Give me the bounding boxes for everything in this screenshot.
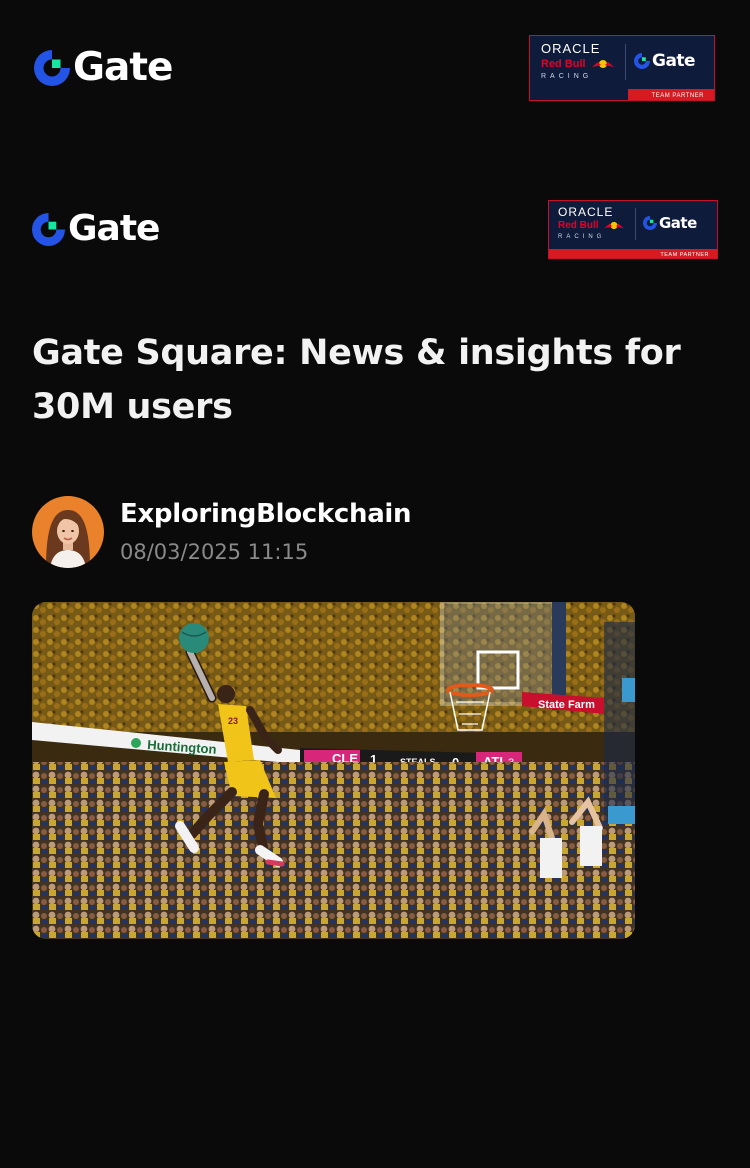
- svg-text:23: 23: [228, 716, 238, 726]
- post-author[interactable]: ExploringBlockchain 08/03/2025 11:15: [32, 496, 412, 568]
- banner-text: Huntington: [147, 737, 217, 757]
- team-partner-badge: ORACLE Red Bull RACING Gate TEAM PARTNER: [548, 200, 718, 259]
- racing-wordmark: RACING: [541, 73, 593, 80]
- badge-gate-wordmark: Gate: [652, 51, 696, 71]
- post-title: Gate Square: News & insights for 30M use…: [32, 333, 681, 427]
- badge-gate-logo: Gate: [634, 51, 696, 71]
- racing-wordmark: RACING: [558, 234, 606, 240]
- team-partner-badge: ORACLE Red Bull RACING Gate TEAM PARTNER: [529, 35, 715, 101]
- badge-gate-logo: Gate: [643, 214, 697, 232]
- basketball-dunk-photo: Huntington CLE 1 STEALS 0 ATL 3 State Fa…: [32, 602, 635, 939]
- team-partner-label: TEAM PARTNER: [660, 252, 709, 258]
- logo-wordmark: Gate: [73, 45, 173, 90]
- oracle-wordmark: ORACLE: [541, 41, 601, 56]
- post-timestamp: 08/03/2025 11:15: [120, 540, 309, 564]
- badge-divider: [625, 44, 626, 80]
- author-name[interactable]: ExploringBlockchain: [120, 497, 412, 531]
- gate-logo[interactable]: Gate: [32, 208, 160, 249]
- gate-logo-icon: [643, 216, 657, 230]
- redbull-icon: [592, 60, 614, 68]
- oracle-wordmark: ORACLE: [558, 205, 614, 219]
- author-meta: ExploringBlockchain 08/03/2025 11:15: [120, 497, 412, 567]
- badge-divider: [635, 208, 636, 240]
- gate-logo-icon: [32, 212, 65, 246]
- redbull-wordmark: Red Bull: [558, 220, 599, 231]
- redbull-wordmark: Red Bull: [541, 58, 586, 70]
- user-avatar[interactable]: [32, 496, 104, 568]
- post-media-image[interactable]: Huntington CLE 1 STEALS 0 ATL 3 State Fa…: [32, 602, 635, 939]
- badge-gate-wordmark: Gate: [659, 214, 697, 232]
- gate-logo-icon: [634, 53, 650, 69]
- gate-logo-icon: [34, 49, 70, 86]
- team-partner-label: TEAM PARTNER: [651, 93, 704, 99]
- redbull-icon: [604, 221, 624, 230]
- sponsor-text: State Farm: [538, 699, 595, 711]
- logo-wordmark: Gate: [68, 208, 160, 249]
- gate-logo[interactable]: Gate: [34, 45, 173, 90]
